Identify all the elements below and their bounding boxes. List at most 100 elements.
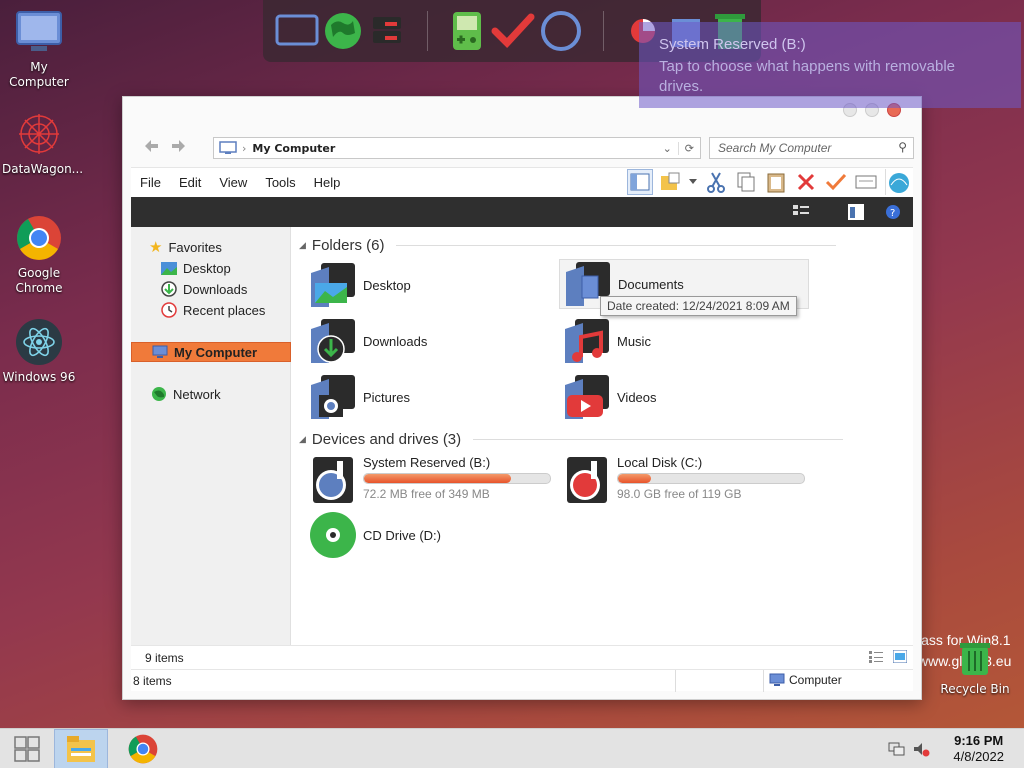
- folder-videos[interactable]: Videos: [563, 373, 657, 421]
- folder-label: Videos: [617, 389, 657, 405]
- checkmark-icon[interactable]: [491, 7, 535, 55]
- details-view-icon[interactable]: [869, 651, 883, 666]
- back-button[interactable]: [143, 139, 159, 156]
- folder-pictures[interactable]: Pictures: [309, 373, 410, 421]
- computer-small-icon: [769, 673, 785, 686]
- collapse-icon: ◢: [299, 434, 306, 444]
- properties-icon[interactable]: [853, 169, 879, 195]
- recycle-bin-icon: [951, 640, 999, 678]
- view-options-icon[interactable]: [793, 205, 809, 222]
- status-location-label: Computer: [789, 673, 842, 687]
- refresh-icon[interactable]: ⟳: [679, 142, 700, 155]
- nav-label: Network: [173, 386, 221, 402]
- nav-recent-places[interactable]: Recent places: [131, 300, 291, 320]
- address-bar[interactable]: › My Computer ⌄ ⟳: [213, 137, 701, 159]
- recent-small-icon: [161, 302, 177, 318]
- autoplay-notification[interactable]: System Reserved (B:) Tap to choose what …: [639, 22, 1021, 108]
- drive-free-text: 98.0 GB free of 119 GB: [617, 487, 742, 501]
- desktop-icon-label: Windows 96: [2, 370, 76, 384]
- search-input[interactable]: Search My Computer ⚲: [709, 137, 914, 159]
- drive-system-reserved[interactable]: System Reserved (B:) 72.2 MB free of 349…: [309, 455, 551, 503]
- notification-body: Tap to choose what happens with removabl…: [659, 58, 956, 95]
- forward-button[interactable]: [171, 139, 187, 156]
- circle-icon[interactable]: [539, 7, 583, 55]
- desktop-icon-windows-96[interactable]: Windows 96: [2, 318, 76, 385]
- layout-pane-icon[interactable]: [627, 169, 653, 195]
- command-bar: ?: [131, 197, 913, 227]
- shell-icon[interactable]: [885, 169, 911, 195]
- atom-icon: [15, 318, 63, 366]
- folder-options-icon[interactable]: [657, 169, 683, 195]
- menu-tools[interactable]: Tools: [256, 175, 304, 190]
- drive-local-disk-c[interactable]: Local Disk (C:) 98.0 GB free of 119 GB: [563, 455, 805, 503]
- monitor-icon[interactable]: [275, 7, 319, 55]
- checkmark-icon[interactable]: [823, 169, 849, 195]
- help-icon[interactable]: ?: [885, 204, 901, 223]
- taskbar-file-explorer[interactable]: [54, 729, 108, 768]
- drive-label: Local Disk (C:): [617, 455, 703, 470]
- gameboy-icon[interactable]: [448, 7, 487, 55]
- drive-icon[interactable]: [367, 7, 407, 55]
- delete-icon[interactable]: [793, 169, 819, 195]
- nav-my-computer[interactable]: My Computer: [131, 342, 291, 362]
- tooltip: Date created: 12/24/2021 8:09 AM: [600, 296, 797, 316]
- folder-label: Downloads: [363, 333, 428, 349]
- menu-bar: File Edit View Tools Help: [131, 167, 913, 197]
- start-button[interactable]: [0, 729, 54, 768]
- cut-icon[interactable]: [703, 169, 729, 195]
- menu-view[interactable]: View: [210, 175, 256, 190]
- globe-icon[interactable]: [323, 7, 363, 55]
- paste-icon[interactable]: [763, 169, 789, 195]
- folders-group-header[interactable]: ◢ Folders (6): [299, 237, 837, 254]
- search-icon: ⚲: [898, 140, 907, 154]
- nav-favorites[interactable]: ★ Favorites: [131, 237, 291, 257]
- folder-desktop[interactable]: Desktop: [309, 261, 411, 309]
- desktop-icon-my-computer[interactable]: My Computer: [2, 8, 76, 90]
- volume-muted-icon[interactable]: [912, 741, 930, 760]
- status-divider: [763, 670, 764, 692]
- desktop-icon-recycle-bin[interactable]: Recycle Bin: [938, 640, 1012, 697]
- nav-network[interactable]: Network: [131, 384, 291, 404]
- nav-downloads[interactable]: Downloads: [131, 279, 291, 299]
- network-tray-icon[interactable]: [888, 741, 906, 760]
- drive-usage-bar: [363, 473, 551, 484]
- breadcrumb[interactable]: My Computer: [252, 142, 335, 155]
- explorer-window: › My Computer ⌄ ⟳ Search My Computer ⚲ F…: [122, 96, 922, 700]
- taskbar: 9:16 PM 4/8/2022: [0, 728, 1024, 768]
- drive-free-text: 72.2 MB free of 349 MB: [363, 487, 490, 501]
- desktop-icon-google-chrome[interactable]: Google Chrome: [2, 214, 76, 296]
- dropdown-caret-icon[interactable]: [687, 169, 699, 195]
- network-small-icon: [152, 387, 166, 401]
- taskbar-google-chrome[interactable]: [116, 729, 170, 768]
- large-icons-view-icon[interactable]: [892, 649, 908, 666]
- folder-music[interactable]: Music: [563, 317, 651, 365]
- group-divider: [396, 245, 837, 246]
- preview-pane-icon[interactable]: [848, 204, 864, 223]
- desktop-icon-label: DataWagon...: [2, 162, 84, 176]
- monitor-icon: [15, 8, 63, 56]
- nav-desktop[interactable]: Desktop: [131, 258, 291, 278]
- copy-icon[interactable]: [733, 169, 759, 195]
- chevron-down-icon[interactable]: ⌄: [657, 141, 679, 155]
- desktop-icon-label: Google Chrome: [15, 266, 63, 295]
- drive-label: CD Drive (D:): [363, 527, 441, 543]
- content-pane: ◢ Folders (6) Desktop Documents Download…: [291, 227, 913, 645]
- chrome-icon: [15, 214, 63, 262]
- system-clock[interactable]: 9:16 PM 4/8/2022: [953, 733, 1004, 765]
- group-divider: [473, 439, 844, 440]
- group-title: Folders (6): [311, 237, 385, 254]
- windows-logo-icon: [14, 736, 40, 762]
- desktop-icon-datawagon[interactable]: DataWagon...: [2, 110, 84, 177]
- menu-file[interactable]: File: [131, 175, 170, 190]
- datawagon-icon: [15, 110, 63, 158]
- chrome-icon: [128, 734, 158, 764]
- drive-usage-fill: [364, 474, 511, 483]
- arrow-left-icon: [145, 140, 158, 152]
- menu-edit[interactable]: Edit: [170, 175, 210, 190]
- menu-help[interactable]: Help: [305, 175, 350, 190]
- devices-group-header[interactable]: ◢ Devices and drives (3): [299, 431, 844, 448]
- computer-small-icon: [152, 345, 168, 358]
- folder-downloads[interactable]: Downloads: [309, 317, 427, 365]
- drive-cd-d[interactable]: CD Drive (D:): [309, 511, 441, 559]
- arrow-right-icon: [172, 140, 185, 152]
